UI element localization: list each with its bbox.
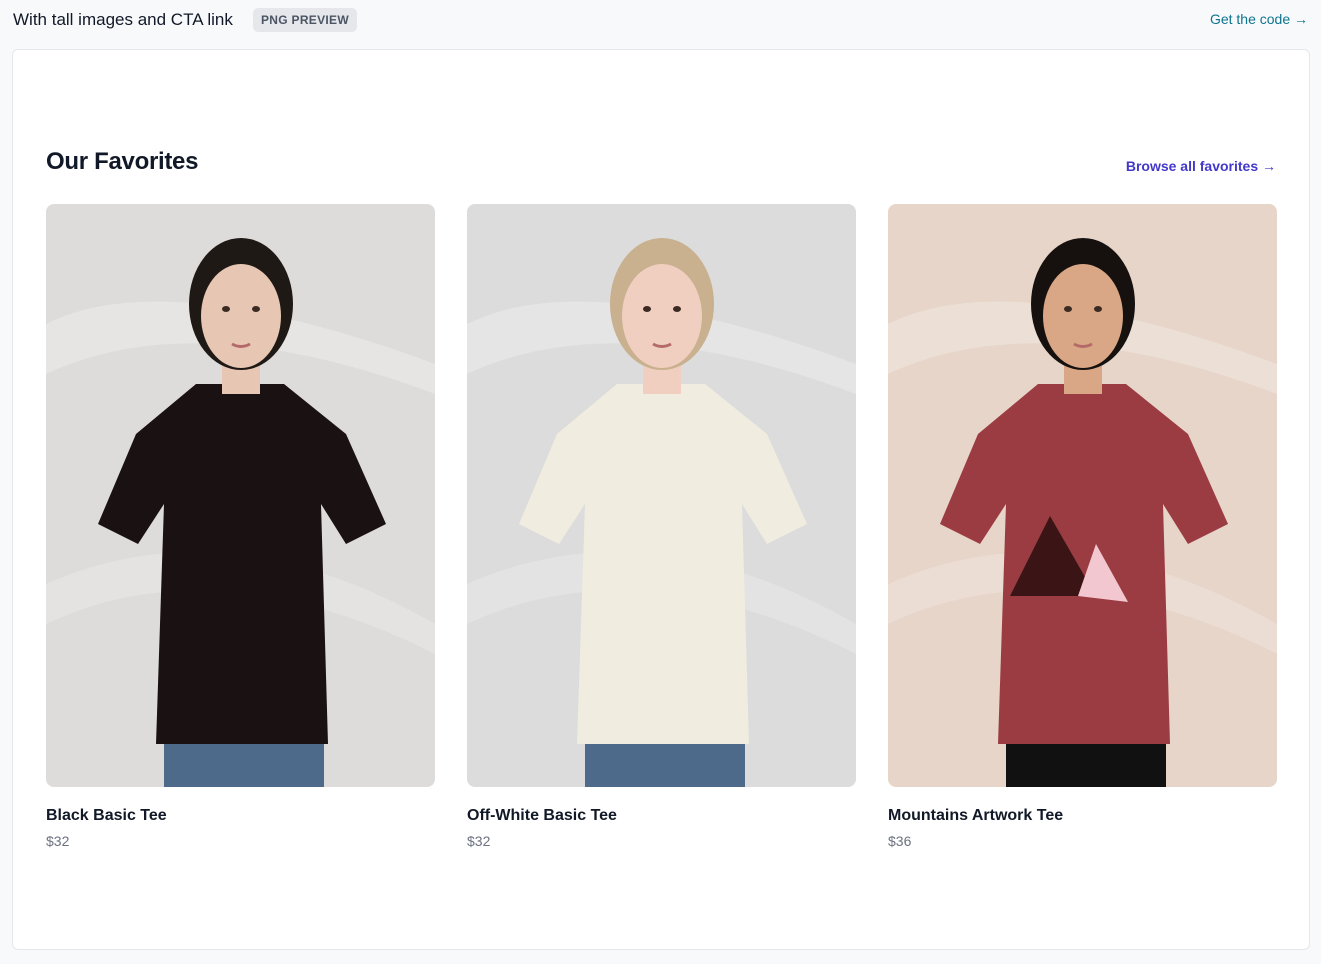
product-name[interactable]: Mountains Artwork Tee [888,805,1277,827]
product-price: $32 [46,833,70,849]
get-the-code-link[interactable]: Get the code → [1210,11,1308,27]
product-price: $36 [888,833,912,849]
product-image[interactable] [46,204,435,787]
product-image[interactable] [888,204,1277,787]
product-price: $32 [467,833,491,849]
section-title: Our Favorites [46,148,199,175]
product-image[interactable] [467,204,856,787]
product-card[interactable]: Mountains Artwork Tee $36 [888,204,1277,851]
product-card[interactable]: Black Basic Tee $32 [46,204,435,851]
browse-all-favorites-link[interactable]: Browse all favorites → [1126,158,1276,174]
preview-title: With tall images and CTA link [13,10,233,29]
model-photo [46,204,435,787]
model-photo [888,204,1277,787]
model-photo [467,204,856,787]
preview-panel: Our Favorites Browse all favorites → Bla… [12,49,1310,950]
png-preview-badge: PNG PREVIEW [253,8,357,32]
product-name[interactable]: Off-White Basic Tee [467,805,856,827]
product-name[interactable]: Black Basic Tee [46,805,435,827]
preview-header: With tall images and CTA link PNG PREVIE… [0,0,1321,40]
product-card[interactable]: Off-White Basic Tee $32 [467,204,856,851]
